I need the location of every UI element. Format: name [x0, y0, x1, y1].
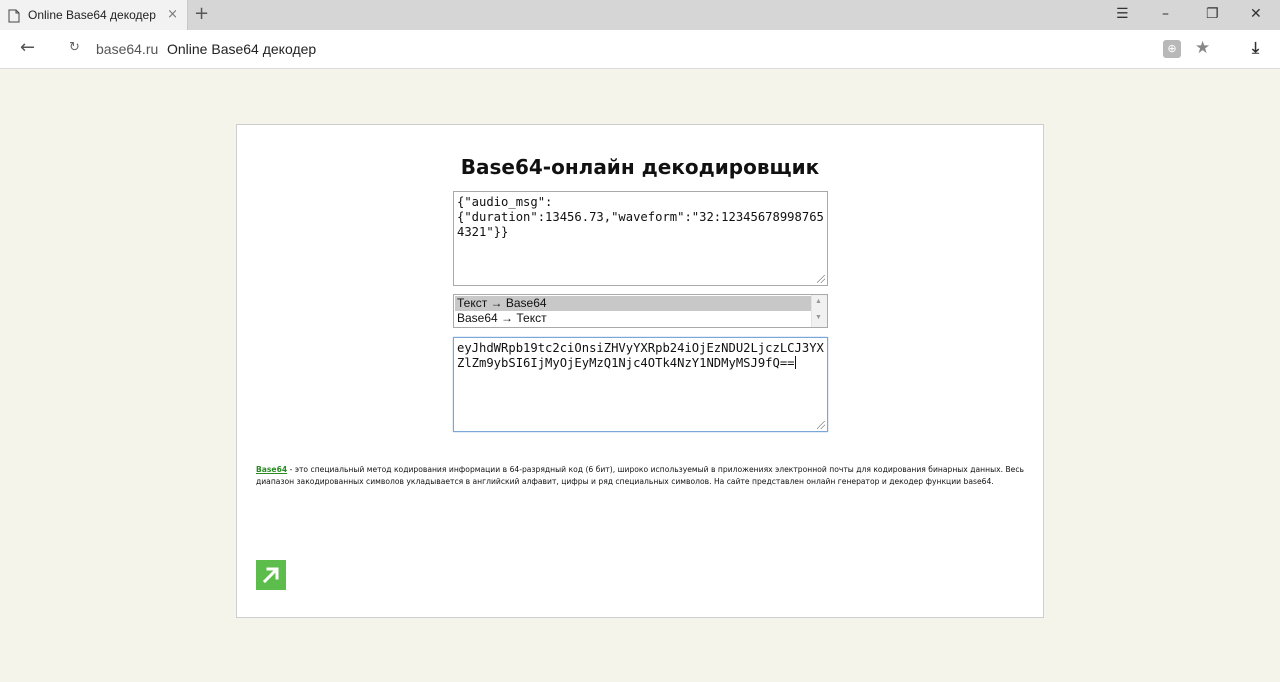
protect-icon[interactable]: ⊕ [1163, 40, 1181, 58]
description-text: - это специальный метод кодирования инфо… [256, 465, 1024, 486]
output-textarea[interactable]: eyJhdWRpb19tc2ciOnsiZHVyYXRpb24iOjEzNDU2… [453, 337, 828, 432]
scroll-up-icon[interactable]: ▲ [815, 298, 822, 305]
select-scrollbar[interactable]: ▲ ▼ [811, 295, 827, 327]
text-caret [794, 356, 796, 369]
url-page-title: Online Base64 декодер [167, 41, 317, 57]
mode-select[interactable]: Текст → Base64 Base64 → Текст ▲ ▼ [453, 294, 828, 328]
description: Base64 - это специальный метод кодирован… [256, 464, 1024, 487]
star-icon[interactable]: ★ [1195, 38, 1210, 58]
input-textarea[interactable]: {"audio_msg": {"duration":13456.73,"wave… [453, 191, 828, 286]
page-title: Base64-онлайн декодировщик [460, 155, 820, 179]
input-text: {"audio_msg": {"duration":13456.73,"wave… [457, 195, 824, 239]
scroll-down-icon[interactable]: ▼ [815, 314, 822, 321]
output-text: eyJhdWRpb19tc2ciOnsiZHVyYXRpb24iOjEzNDU2… [457, 341, 824, 370]
share-button[interactable] [256, 560, 286, 590]
resize-grip-icon[interactable] [817, 421, 825, 429]
tab-bar: Online Base64 декодер × + ☰ – ❐ ✕ [0, 0, 1280, 30]
base64-link[interactable]: Base64 [256, 465, 287, 474]
page-icon [8, 8, 20, 23]
tab-title: Online Base64 декодер [28, 8, 156, 22]
mode-option-encode[interactable]: Текст → Base64 [455, 296, 813, 311]
resize-grip-icon[interactable] [817, 275, 825, 283]
minimize-button[interactable]: – [1162, 6, 1169, 22]
menu-button[interactable]: ☰ [1116, 6, 1129, 22]
reload-icon[interactable]: ↻ [69, 40, 80, 55]
address-bar: ← ↻ base64.ru Online Base64 декодер ⊕ ★ … [0, 30, 1280, 69]
new-tab-button[interactable]: + [194, 4, 209, 24]
maximize-button[interactable]: ❐ [1206, 6, 1219, 22]
url-domain: base64.ru [96, 41, 159, 57]
url-field[interactable]: ↻ base64.ru Online Base64 декодер ⊕ ★ [60, 34, 1220, 64]
back-button[interactable]: ← [20, 37, 35, 58]
download-icon[interactable]: ⤓ [1252, 38, 1259, 58]
tab-close-icon[interactable]: × [167, 7, 178, 22]
mode-option-decode[interactable]: Base64 → Текст [455, 311, 813, 326]
main-container: Base64-онлайн декодировщик {"audio_msg":… [236, 124, 1044, 618]
share-arrow-icon [262, 567, 279, 584]
browser-tab[interactable]: Online Base64 декодер × [0, 0, 188, 30]
close-window-button[interactable]: ✕ [1250, 6, 1262, 22]
